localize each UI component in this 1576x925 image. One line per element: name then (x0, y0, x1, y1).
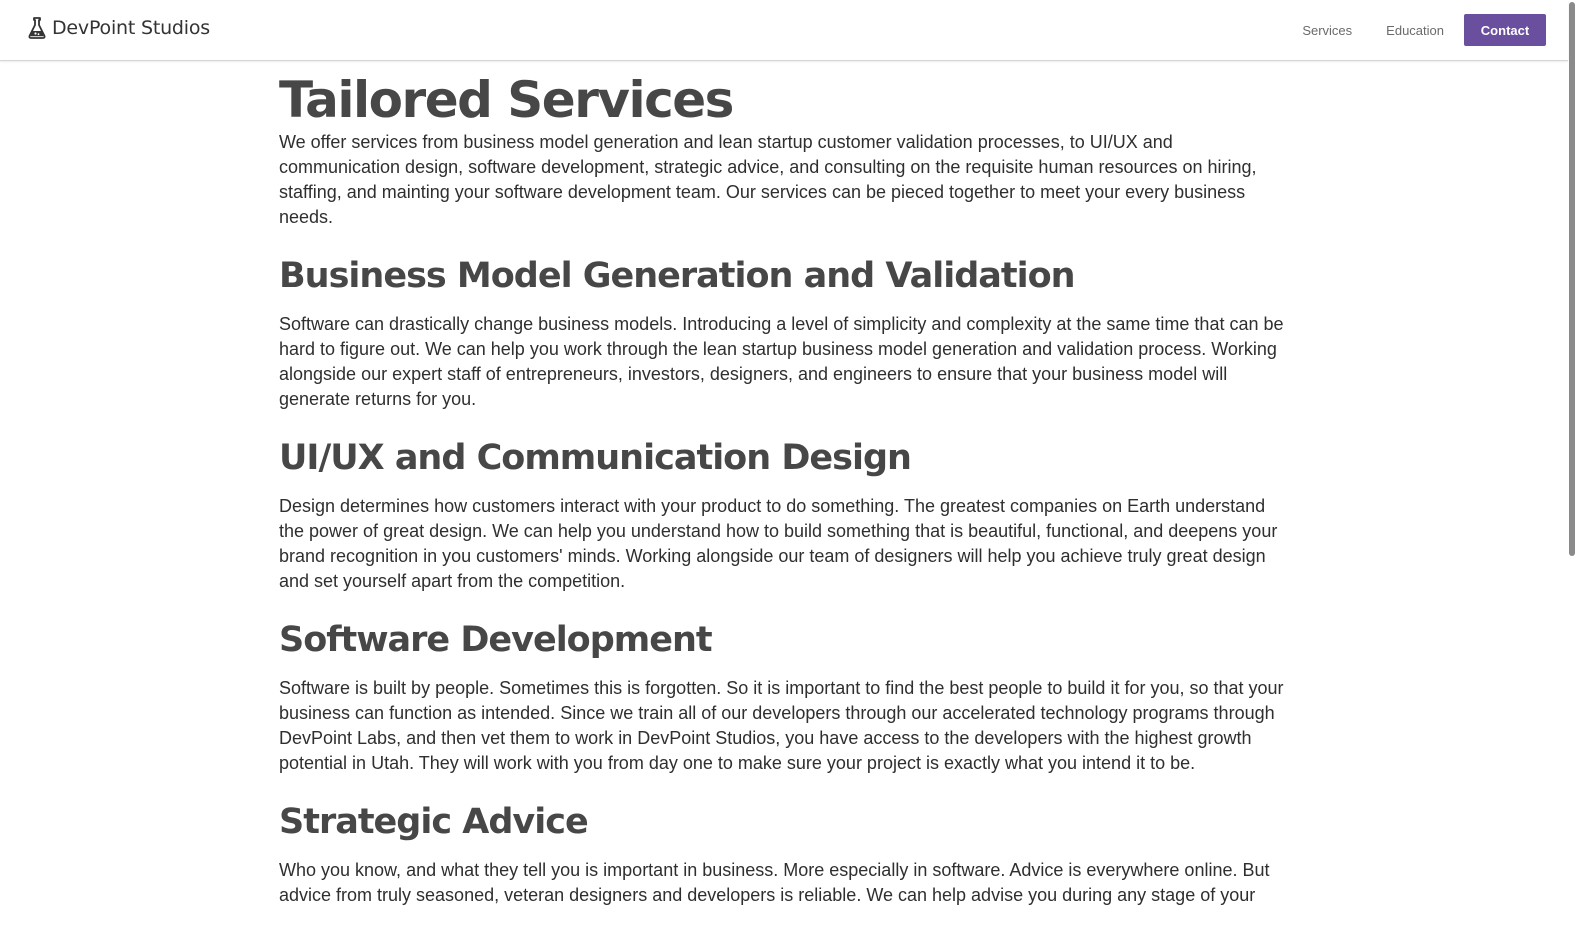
section-heading: Business Model Generation and Validation (279, 256, 1076, 296)
main-content: Tailored Services We offer services from… (279, 62, 1293, 908)
section-body: Software is built by people. Sometimes t… (279, 678, 1284, 773)
nav-link-education[interactable]: Education (1376, 15, 1454, 46)
brand-name: DevPoint Studios (52, 17, 210, 39)
top-navigation-bar: DevPoint Studios Services Education Cont… (0, 0, 1568, 61)
section-body: Design determines how customers interact… (279, 496, 1278, 591)
section-body: Who you know, and what they tell you is … (279, 860, 1270, 905)
page-title: Tailored Services (279, 71, 734, 129)
nav-link-services[interactable]: Services (1292, 15, 1362, 46)
section-heading: Software Development (279, 620, 713, 660)
main-nav: Services Education Contact (1278, 14, 1546, 46)
scrollbar-thumb[interactable] (1569, 2, 1575, 556)
section-business-model: Business Model Generation and Validation… (279, 254, 1293, 412)
intro-paragraph: We offer services from business model ge… (279, 132, 1257, 227)
vertical-scrollbar[interactable] (1568, 0, 1576, 925)
section-strategic-advice: Strategic Advice Who you know, and what … (279, 800, 1293, 908)
brand-logo-link[interactable]: DevPoint Studios (28, 17, 210, 39)
flask-icon (28, 17, 46, 39)
contact-button[interactable]: Contact (1464, 14, 1546, 46)
section-heading: UI/UX and Communication Design (279, 438, 912, 478)
section-heading: Strategic Advice (279, 802, 589, 842)
section-software-development: Software Development Software is built b… (279, 618, 1293, 776)
page: DevPoint Studios Services Education Cont… (0, 0, 1576, 925)
section-body: Software can drastically change business… (279, 314, 1284, 409)
section-ui-ux-design: UI/UX and Communication Design Design de… (279, 436, 1293, 594)
